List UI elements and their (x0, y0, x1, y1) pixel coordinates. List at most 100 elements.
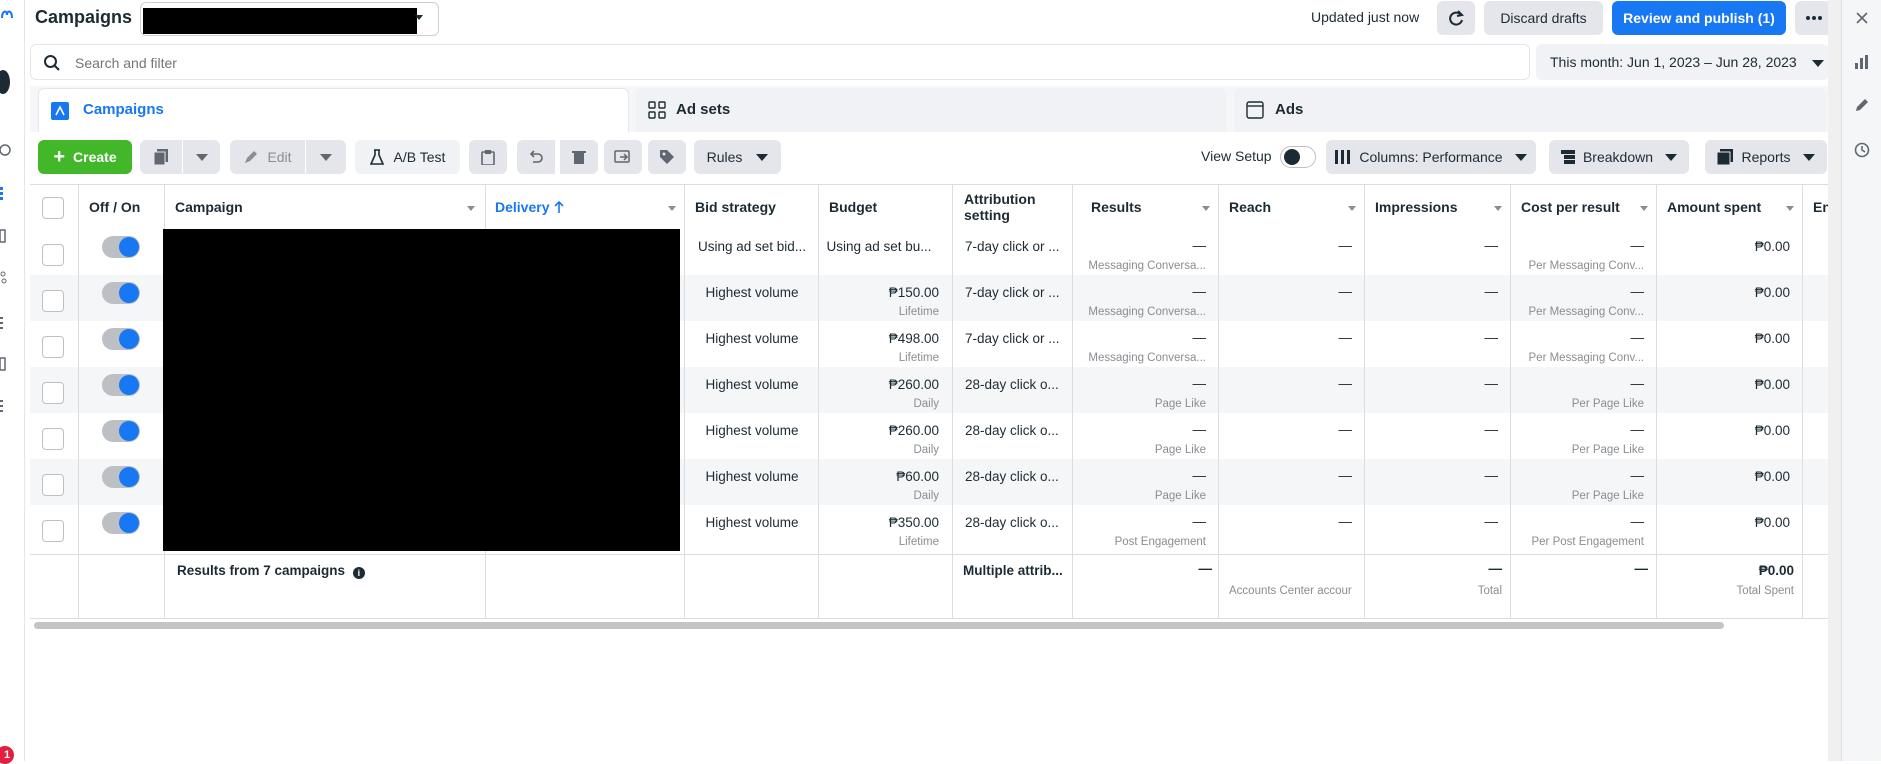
tab-ad-sets[interactable]: Ad sets (636, 88, 1226, 132)
export-button[interactable] (604, 140, 642, 174)
account-avatar[interactable] (0, 70, 10, 94)
toggle-knob (119, 329, 139, 349)
notification-badge[interactable]: 1 (0, 746, 14, 764)
flask-icon (369, 149, 384, 165)
column-header-budget[interactable]: Budget (829, 184, 877, 230)
column-divider (952, 184, 953, 619)
row-checkbox[interactable] (42, 382, 64, 404)
column-header-ends[interactable]: End (1813, 184, 1828, 230)
campaign-on-off-toggle[interactable] (102, 374, 140, 396)
rules-button[interactable]: Rules (694, 140, 781, 174)
chevron-down-icon[interactable] (1348, 206, 1356, 211)
duplicate-dropdown-button[interactable] (183, 140, 220, 174)
column-header-delivery[interactable]: Delivery (495, 184, 565, 230)
reports-button[interactable]: Reports (1705, 140, 1827, 174)
reach-cell: — (1338, 468, 1353, 483)
tab-campaigns[interactable]: Campaigns (38, 88, 629, 134)
reports-icon (1717, 149, 1734, 165)
ad-sets-grid-icon (648, 101, 666, 119)
view-setup-toggle[interactable] (1280, 146, 1316, 168)
create-button[interactable]: + Create (38, 140, 132, 174)
tab-ads[interactable]: Ads (1234, 88, 1826, 132)
column-header-cost-per-result[interactable]: Cost per result (1521, 184, 1620, 230)
tag-icon (660, 150, 674, 164)
column-header-results[interactable]: Results (1091, 184, 1142, 230)
edit-button[interactable]: Edit (230, 140, 305, 174)
chevron-down-icon (415, 15, 423, 20)
audiences-icon[interactable] (0, 270, 14, 284)
column-header-reach[interactable]: Reach (1229, 184, 1271, 230)
info-icon[interactable]: i (352, 567, 365, 579)
column-header-amount-spent[interactable]: Amount spent (1667, 184, 1761, 230)
campaign-on-off-toggle[interactable] (102, 512, 140, 534)
tag-button[interactable] (648, 140, 686, 174)
row-checkbox[interactable] (42, 336, 64, 358)
campaigns-list-icon[interactable] (0, 186, 14, 200)
refresh-icon (1449, 10, 1465, 26)
columns-button[interactable]: Columns: Performance (1326, 140, 1536, 174)
cost-per-result-type: Per Page Like (1571, 398, 1644, 410)
billing-icon[interactable] (0, 357, 14, 371)
discard-drafts-button[interactable]: Discard drafts (1484, 1, 1603, 35)
row-checkbox[interactable] (42, 244, 64, 266)
results-cell: — (1192, 284, 1207, 299)
row-checkbox[interactable] (42, 474, 64, 496)
row-checkbox[interactable] (42, 520, 64, 542)
campaign-on-off-toggle[interactable] (102, 466, 140, 488)
delete-button[interactable] (560, 140, 598, 174)
toggle-knob (119, 513, 139, 533)
clipboard-button[interactable] (469, 140, 507, 174)
vertical-scrollbar[interactable] (1828, 0, 1841, 761)
charts-button[interactable] (1852, 52, 1872, 72)
column-header-off-on[interactable]: Off / On (89, 184, 140, 230)
campaign-on-off-toggle[interactable] (102, 420, 140, 442)
chevron-down-icon[interactable] (1494, 206, 1502, 211)
history-button[interactable] (1852, 140, 1872, 160)
reports-icon[interactable] (0, 229, 14, 243)
column-header-bid-strategy[interactable]: Bid strategy (695, 184, 776, 230)
cost-per-result-cell: — (1630, 468, 1645, 483)
column-header-impressions[interactable]: Impressions (1375, 184, 1457, 230)
date-range-picker[interactable]: This month: Jun 1, 2023 – Jun 28, 2023 (1536, 44, 1829, 80)
columns-icon (1335, 150, 1351, 164)
breakdown-button[interactable]: Breakdown (1549, 140, 1689, 174)
meta-logo-icon[interactable] (0, 8, 14, 22)
menu-lines-icon[interactable] (0, 315, 14, 329)
bid-strategy-cell: Highest volume (705, 515, 799, 530)
all-tools-icon[interactable] (0, 398, 14, 412)
edit-dropdown-button[interactable] (306, 140, 346, 174)
sort-ascending-icon (554, 200, 565, 213)
chevron-down-icon[interactable] (1202, 206, 1210, 211)
campaign-on-off-toggle[interactable] (102, 328, 140, 350)
bar-chart-icon (1855, 55, 1868, 69)
chevron-down-icon[interactable] (668, 206, 676, 211)
close-icon (1856, 12, 1868, 24)
edit-panel-button[interactable] (1852, 95, 1872, 115)
review-and-publish-button[interactable]: Review and publish (1) (1612, 1, 1786, 35)
search-bar[interactable] (30, 44, 1530, 80)
close-panel-button[interactable] (1852, 8, 1872, 28)
campaign-on-off-toggle[interactable] (102, 236, 140, 258)
ad-center-icon[interactable] (0, 143, 14, 157)
chevron-down-icon[interactable] (1786, 206, 1794, 211)
campaign-on-off-toggle[interactable] (102, 282, 140, 304)
horizontal-scrollbar[interactable] (34, 622, 1724, 629)
clipboard-icon (481, 150, 495, 165)
ab-test-button[interactable]: A/B Test (355, 140, 460, 174)
row-checkbox[interactable] (42, 428, 64, 450)
row-checkbox[interactable] (42, 290, 64, 312)
undo-button[interactable] (517, 140, 555, 174)
duplicate-button[interactable] (140, 140, 182, 174)
chevron-down-icon[interactable] (467, 206, 475, 211)
column-divider (1802, 184, 1803, 619)
chevron-down-icon (1665, 153, 1678, 161)
column-header-campaign[interactable]: Campaign (175, 184, 243, 230)
search-input[interactable] (75, 51, 1495, 75)
account-selector[interactable] (140, 2, 439, 36)
chevron-down-icon[interactable] (1640, 206, 1648, 211)
create-button-label: Create (73, 149, 117, 165)
refresh-button[interactable] (1437, 1, 1475, 35)
column-header-attribution-setting[interactable]: Attribution setting (964, 184, 1064, 230)
cost-per-result-type: Per Page Like (1571, 444, 1644, 456)
select-all-checkbox[interactable] (42, 197, 64, 219)
